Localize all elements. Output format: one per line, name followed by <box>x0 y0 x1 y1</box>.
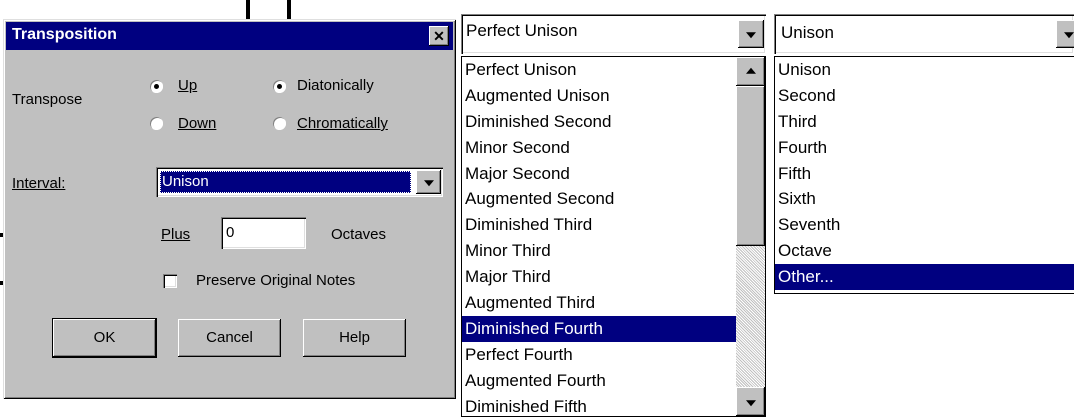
chromatic-interval-item[interactable]: Diminished Second <box>462 109 736 135</box>
chromatic-interval-list[interactable]: Perfect Unison Augmented Unison Diminished… <box>461 56 766 417</box>
chromatic-interval-item[interactable]: Diminished Third <box>462 212 736 238</box>
diatonic-dropdown-button[interactable] <box>1056 20 1074 48</box>
scroll-down-button[interactable] <box>736 387 765 416</box>
diatonic-interval-item[interactable]: Sixth <box>775 186 1074 212</box>
preserve-label[interactable]: Preserve Original Notes <box>196 272 355 289</box>
octaves-label: Octaves <box>331 226 387 243</box>
chromatic-interval-item[interactable]: Perfect Unison <box>462 57 736 83</box>
interval-label: Interval: <box>12 175 66 192</box>
scroll-thumb[interactable] <box>736 86 765 246</box>
plus-label: Plus <box>161 226 191 243</box>
transposition-dialog: Transposition ✕ Transpose Up Down Diaton… <box>3 19 456 399</box>
preserve-checkbox[interactable] <box>163 274 177 288</box>
chromatic-dropdown-button[interactable] <box>738 20 764 48</box>
chromatic-interval-dropdown[interactable]: Perfect Unison Perfect Unison Augmented U… <box>461 14 766 417</box>
up-radio[interactable] <box>150 80 163 93</box>
diatonically-radio[interactable] <box>273 80 286 93</box>
chevron-down-icon <box>423 180 434 187</box>
dialog-title-bar: Transposition ✕ <box>6 22 453 50</box>
chevron-down-icon <box>745 399 756 406</box>
transpose-label: Transpose <box>12 91 83 108</box>
close-icon: ✕ <box>433 28 445 44</box>
interval-select[interactable]: Unison <box>156 167 443 197</box>
diatonic-interval-item[interactable]: Third <box>775 109 1074 135</box>
chromatic-interval-item[interactable]: Major Third <box>462 264 736 290</box>
chromatic-combobox[interactable]: Perfect Unison <box>461 14 766 54</box>
help-button-label: Help <box>339 329 370 346</box>
interval-selected-value: Unison <box>160 171 411 193</box>
down-label[interactable]: Down <box>178 115 216 132</box>
diatonic-interval-item[interactable]: Fourth <box>775 135 1074 161</box>
chevron-up-icon <box>745 67 756 74</box>
chevron-down-icon <box>746 32 756 39</box>
diatonic-interval-item[interactable]: Second <box>775 83 1074 109</box>
plus-input[interactable]: 0 <box>221 217 306 249</box>
plus-input-value: 0 <box>226 224 235 241</box>
radio-selected-dot <box>277 84 282 89</box>
help-button[interactable]: Help <box>303 319 406 357</box>
scroll-up-button[interactable] <box>736 57 765 86</box>
up-label[interactable]: Up <box>178 77 197 94</box>
diatonic-interval-list[interactable]: Unison Second Third Fourth Fifth Sixth Seventh… <box>774 56 1074 294</box>
chromatic-interval-item[interactable]: Major Second <box>462 161 736 187</box>
diatonic-interval-item[interactable]: Seventh <box>775 212 1074 238</box>
diatonically-label[interactable]: Diatonically <box>297 77 374 94</box>
diatonic-interval-item[interactable]: Other... <box>775 264 1074 291</box>
diatonic-interval-dropdown[interactable]: Unison Unison Second Third Fourth Fifth Sixth… <box>774 14 1074 294</box>
cancel-button-label: Cancel <box>206 329 253 346</box>
chromatic-interval-item[interactable]: Perfect Fourth <box>462 342 736 368</box>
cancel-button[interactable]: Cancel <box>178 319 281 357</box>
chromatic-items: Perfect Unison Augmented Unison Diminished… <box>462 57 736 416</box>
radio-selected-dot <box>154 84 159 89</box>
diatonic-interval-item[interactable]: Unison <box>775 57 1074 83</box>
chromatic-interval-item[interactable]: Augmented Third <box>462 290 736 316</box>
down-radio[interactable] <box>150 117 163 130</box>
chromatically-label[interactable]: Chromatically <box>297 115 388 132</box>
diatonic-interval-item[interactable]: Octave <box>775 238 1074 264</box>
close-button[interactable]: ✕ <box>429 26 449 46</box>
diatonic-combobox[interactable]: Unison <box>774 14 1074 54</box>
diatonic-interval-item[interactable]: Fifth <box>775 161 1074 187</box>
chromatically-radio[interactable] <box>273 117 286 130</box>
dialog-title: Transposition <box>12 26 117 43</box>
diatonic-combobox-value: Unison <box>781 23 834 42</box>
chromatic-interval-item[interactable]: Augmented Fourth <box>462 368 736 394</box>
chromatic-interval-item[interactable]: Minor Third <box>462 238 736 264</box>
chromatic-interval-item[interactable]: Diminished Fifth <box>462 394 736 416</box>
list-scrollbar[interactable] <box>736 57 765 416</box>
ok-button-label: OK <box>93 329 116 346</box>
chromatic-interval-item[interactable]: Minor Second <box>462 135 736 161</box>
chevron-down-icon <box>1064 32 1074 39</box>
interval-dropdown-button[interactable] <box>416 170 441 194</box>
chromatic-interval-item[interactable]: Augmented Second <box>462 186 736 212</box>
ok-button[interactable]: OK <box>53 319 156 357</box>
chromatic-interval-item[interactable]: Diminished Fourth <box>462 315 736 342</box>
chromatic-interval-item[interactable]: Augmented Unison <box>462 83 736 109</box>
chromatic-combobox-value: Perfect Unison <box>466 21 578 40</box>
